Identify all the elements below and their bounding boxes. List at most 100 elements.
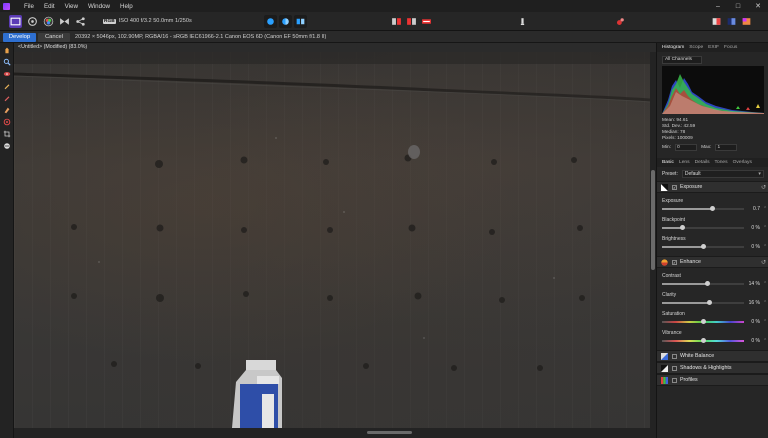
export-persona-icon[interactable] <box>74 15 87 28</box>
clipped-tones-icon[interactable] <box>420 15 433 28</box>
horizontal-scrollbar[interactable] <box>14 428 656 438</box>
tab-lens[interactable]: Lens <box>679 160 690 165</box>
tab-histogram[interactable]: Histogram <box>662 45 684 50</box>
vibrance-slider-handle[interactable] <box>700 338 706 343</box>
menu-view[interactable]: View <box>65 3 78 10</box>
profiles-section-header[interactable]: Profiles <box>657 374 768 386</box>
close-icon[interactable]: ✕ <box>748 0 768 12</box>
contrast-slider[interactable] <box>662 281 744 286</box>
overlay-gradient-tool-icon[interactable] <box>2 105 12 115</box>
shadows-highlights-checkbox[interactable] <box>672 365 677 371</box>
saturation-stepper-icon[interactable]: ⌃ <box>763 319 767 325</box>
tools-panel <box>0 43 14 438</box>
minimize-icon[interactable]: – <box>708 0 728 12</box>
exposure-stepper-icon[interactable]: ⌃ <box>763 206 767 212</box>
white-balance-section-header[interactable]: White Balance <box>657 350 768 362</box>
shadows-highlights-section-header[interactable]: Shadows & Highlights <box>657 362 768 374</box>
before-after-icon[interactable] <box>725 15 738 28</box>
brightness-slider-fill <box>662 246 703 248</box>
menu-file[interactable]: File <box>24 3 34 10</box>
tab-details[interactable]: Details <box>695 160 710 165</box>
mask-overlay-icon[interactable] <box>614 15 627 28</box>
enhance-checkbox[interactable]: ✓ <box>672 259 677 265</box>
exposure-value[interactable]: 0.7 <box>744 206 760 212</box>
clarity-slider[interactable] <box>662 300 744 305</box>
split-view-icon[interactable] <box>279 15 292 28</box>
view-original-icon[interactable] <box>264 15 277 28</box>
clarity-stepper-icon[interactable]: ⌃ <box>763 300 767 306</box>
blackpoint-stepper-icon[interactable]: ⌃ <box>763 225 767 231</box>
photo-persona-icon[interactable] <box>9 15 22 28</box>
saturation-slider-handle[interactable] <box>700 319 706 324</box>
red-eye-tool-icon[interactable] <box>2 117 12 127</box>
white-balance-checkbox[interactable] <box>672 353 677 359</box>
enhance-section-header[interactable]: ✓ Enhance ↺ <box>657 256 768 268</box>
saturation-label: Saturation <box>662 311 685 317</box>
channel-select[interactable]: All Channels <box>662 56 702 64</box>
exposure-checkbox[interactable]: ✓ <box>672 184 677 190</box>
contrast-value[interactable]: 14 % <box>744 281 760 287</box>
saturation-slider[interactable] <box>662 319 744 324</box>
vertical-scroll-thumb[interactable] <box>651 170 655 270</box>
menu-help[interactable]: Help <box>120 3 133 10</box>
white-balance-tool-icon[interactable] <box>2 69 12 79</box>
tab-focus[interactable]: Focus <box>724 45 737 50</box>
preset-row: Preset: Default <box>662 170 764 178</box>
maximize-icon[interactable]: □ <box>728 0 748 12</box>
brightness-value[interactable]: 0 % <box>744 244 760 250</box>
tone-mapping-persona-icon[interactable] <box>58 15 71 28</box>
tab-overlays[interactable]: Overlays <box>733 160 752 165</box>
menu-edit[interactable]: Edit <box>44 3 55 10</box>
min-field[interactable]: 0 <box>675 144 698 151</box>
menu-window[interactable]: Window <box>88 3 110 10</box>
crop-tool-icon[interactable] <box>2 129 12 139</box>
overlay-erase-tool-icon[interactable] <box>2 93 12 103</box>
exposure-slider[interactable] <box>662 206 744 211</box>
overlay-paint-tool-icon[interactable] <box>2 81 12 91</box>
export-snapshot-icon[interactable] <box>740 15 753 28</box>
tab-tones[interactable]: Tones <box>715 160 728 165</box>
tab-basic[interactable]: Basic <box>662 160 674 165</box>
vibrance-slider[interactable] <box>662 338 744 343</box>
clarity-value[interactable]: 16 % <box>744 300 760 306</box>
reset-icon[interactable]: ↺ <box>761 259 766 266</box>
exposure-section-header[interactable]: ✓ Exposure ↺ <box>657 181 768 193</box>
saturation-value[interactable]: 0 % <box>744 319 760 325</box>
reset-icon[interactable]: ↺ <box>761 184 766 191</box>
contrast-stepper-icon[interactable]: ⌃ <box>763 281 767 287</box>
profiles-checkbox[interactable] <box>672 377 677 383</box>
exposure-icon <box>661 183 668 191</box>
color-profile-icon[interactable] <box>710 15 723 28</box>
blackpoint-slider-handle[interactable] <box>680 225 685 230</box>
liquify-persona-icon[interactable] <box>26 15 39 28</box>
clarity-slider-handle[interactable] <box>707 300 713 305</box>
horizontal-scroll-thumb[interactable] <box>367 431 412 434</box>
develop-button[interactable]: Develop <box>3 32 36 42</box>
vibrance-stepper-icon[interactable]: ⌃ <box>763 338 767 344</box>
brightness-stepper-icon[interactable]: ⌃ <box>763 244 767 250</box>
clipped-highlights-icon[interactable] <box>390 15 403 28</box>
tab-scope[interactable]: Scope <box>689 45 703 50</box>
view-tool-icon[interactable] <box>2 45 12 55</box>
mirror-view-icon[interactable] <box>294 15 307 28</box>
cancel-button[interactable]: Cancel <box>38 32 70 42</box>
preset-dropdown[interactable]: Default <box>681 170 764 178</box>
document-tab[interactable]: <Untitled> (Modified) (83.0%) <box>14 43 656 52</box>
blemish-removal-tool-icon[interactable] <box>2 141 12 151</box>
contrast-slider-handle[interactable] <box>705 281 711 286</box>
vibrance-value[interactable]: 0 % <box>744 338 760 344</box>
rgb-badge: RGB <box>103 19 116 24</box>
blackpoint-slider[interactable] <box>662 225 744 230</box>
brightness-slider[interactable] <box>662 244 744 249</box>
exposure-slider-handle[interactable] <box>710 206 716 211</box>
tab-exif[interactable]: EXIF <box>708 45 719 50</box>
app-logo-icon <box>0 0 12 12</box>
blackpoint-value[interactable]: 0 % <box>744 225 760 231</box>
clipped-shadows-icon[interactable] <box>405 15 418 28</box>
max-field[interactable]: 1 <box>715 144 738 151</box>
zoom-tool-icon[interactable] <box>2 57 12 67</box>
photo-canvas[interactable] <box>14 52 650 428</box>
develop-persona-icon[interactable] <box>42 15 55 28</box>
brightness-slider-handle[interactable] <box>700 244 706 249</box>
assistant-icon[interactable] <box>516 15 529 28</box>
